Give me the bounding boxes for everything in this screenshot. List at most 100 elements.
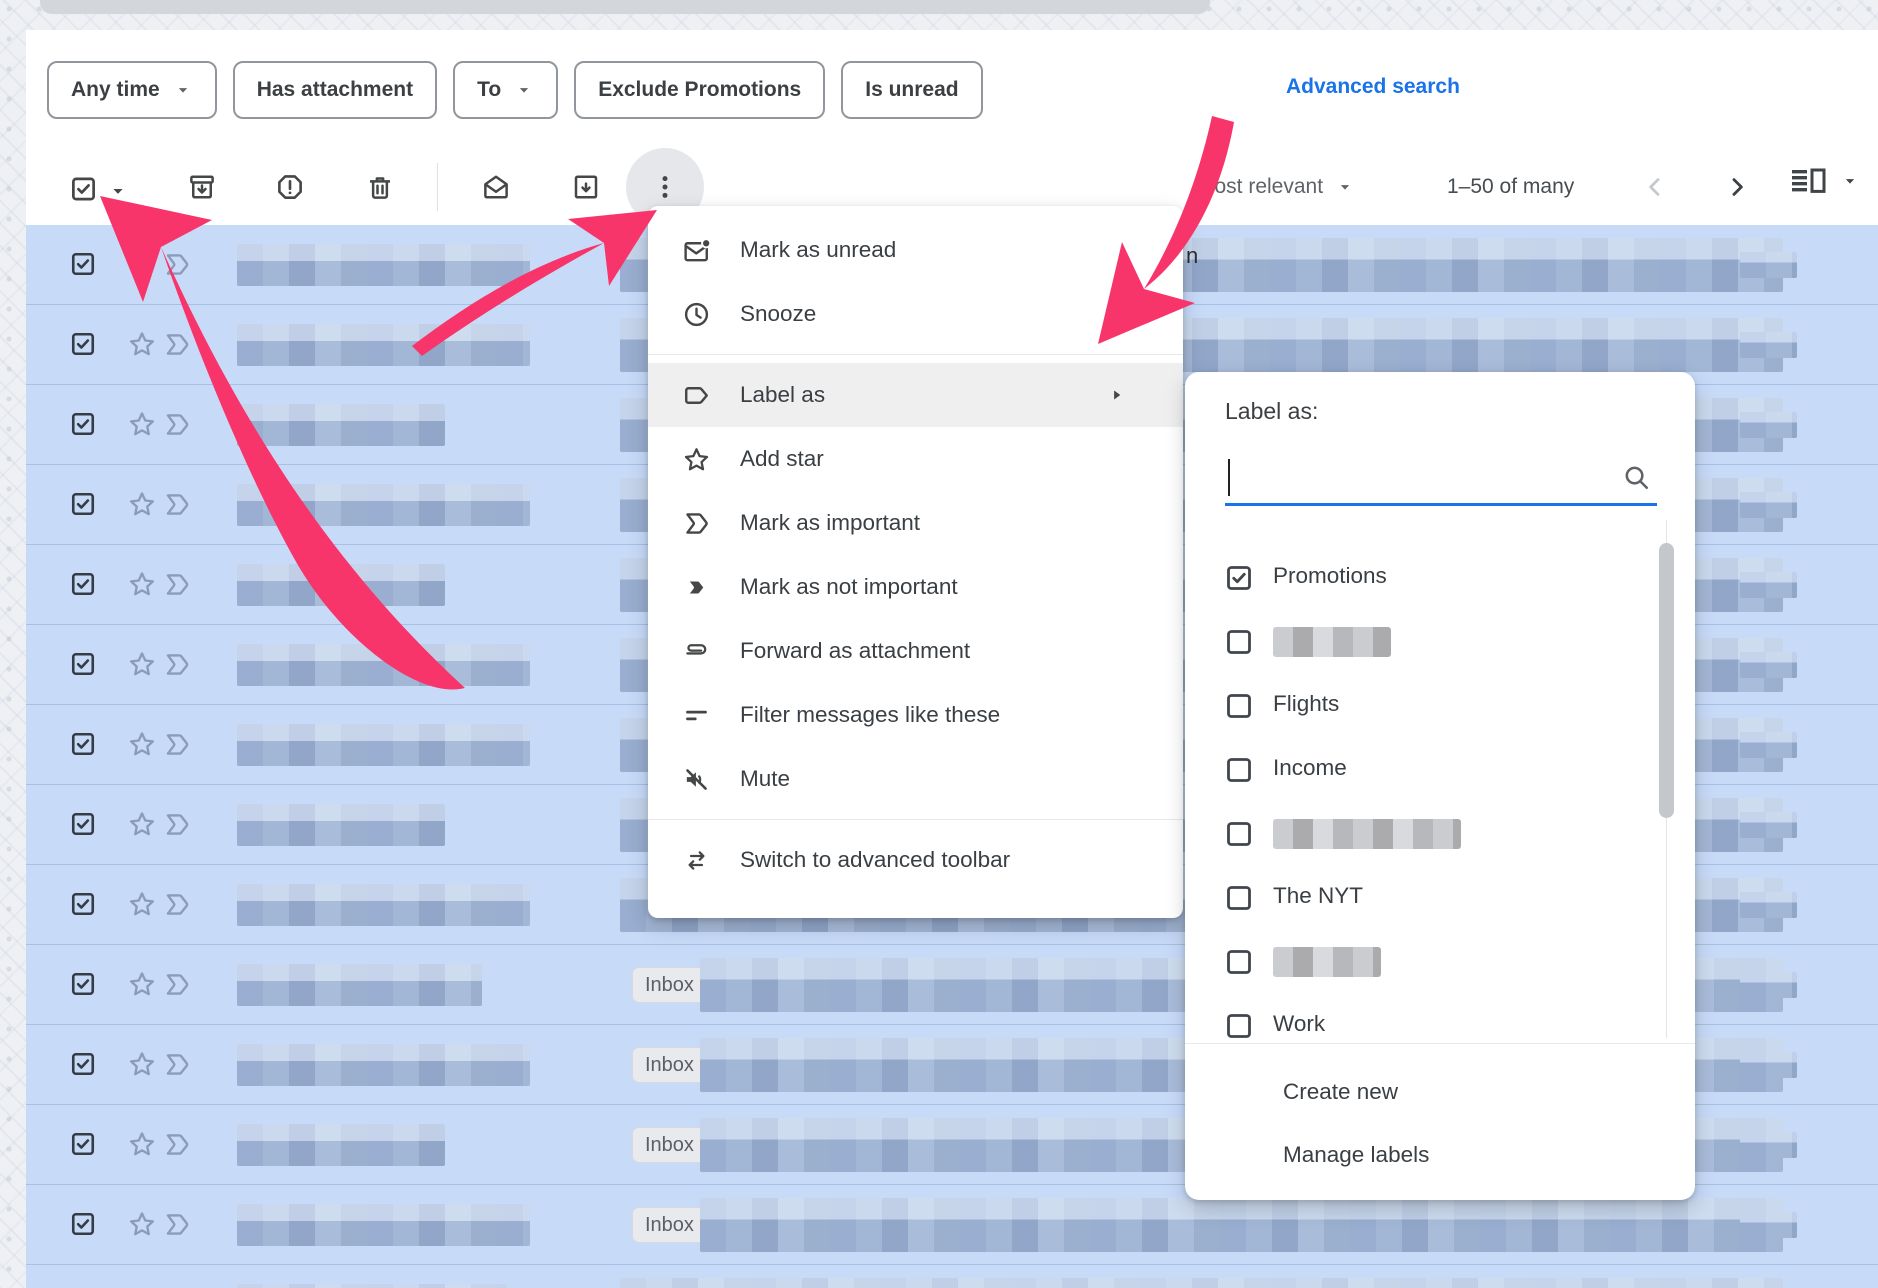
label-item-income[interactable]: Income bbox=[1185, 738, 1695, 802]
menu-item-mute[interactable]: Mute bbox=[648, 747, 1183, 811]
star-icon[interactable] bbox=[127, 889, 157, 919]
row-checkbox-checked-icon[interactable] bbox=[70, 971, 96, 997]
menu-item-label: Filter messages like these bbox=[740, 702, 1000, 728]
filter-chip-any-time[interactable]: Any time bbox=[47, 61, 217, 119]
row-checkbox-checked-icon[interactable] bbox=[70, 1051, 96, 1077]
filter-chip-exclude-promotions[interactable]: Exclude Promotions bbox=[574, 61, 825, 119]
label-name: Flights bbox=[1273, 691, 1339, 717]
star-icon[interactable] bbox=[127, 489, 157, 519]
filter-chip-to[interactable]: To bbox=[453, 61, 558, 119]
menu-item-filter-messages-like-these[interactable]: Filter messages like these bbox=[648, 683, 1183, 747]
label-item-work[interactable]: Work bbox=[1185, 994, 1695, 1038]
row-checkbox-checked-icon[interactable] bbox=[70, 731, 96, 757]
redacted-sender bbox=[237, 964, 482, 1006]
label-item-redacted[interactable] bbox=[1185, 802, 1695, 866]
create-new-button[interactable]: Create new bbox=[1185, 1070, 1695, 1114]
row-checkbox-checked-icon[interactable] bbox=[70, 491, 96, 517]
label-item-redacted[interactable] bbox=[1185, 930, 1695, 994]
menu-item-switch-to-advanced-toolbar[interactable]: Switch to advanced toolbar bbox=[648, 828, 1183, 892]
manage-labels-button[interactable]: Manage labels bbox=[1185, 1133, 1695, 1177]
redacted-timestamp bbox=[1740, 1132, 1797, 1158]
newer-page-button[interactable] bbox=[1634, 166, 1676, 208]
label-name: Work bbox=[1273, 1011, 1325, 1037]
archive-button[interactable] bbox=[179, 164, 225, 210]
menu-item-add-star[interactable]: Add star bbox=[648, 427, 1183, 491]
menu-item-label-as[interactable]: Label as bbox=[648, 363, 1183, 427]
importance-marker-icon[interactable] bbox=[162, 490, 192, 519]
importance-marker-icon[interactable] bbox=[162, 410, 192, 439]
star-icon[interactable] bbox=[127, 249, 157, 279]
menu-item-snooze[interactable]: Snooze bbox=[648, 282, 1183, 346]
checkbox-unchecked-icon bbox=[1225, 820, 1253, 848]
row-checkbox-checked-icon[interactable] bbox=[70, 571, 96, 597]
inbox-label-badge: Inbox bbox=[632, 1207, 707, 1243]
label-item-the-nyt[interactable]: The NYT bbox=[1185, 866, 1695, 930]
star-icon[interactable] bbox=[127, 569, 157, 599]
star-icon[interactable] bbox=[127, 1049, 157, 1079]
redacted-timestamp bbox=[1740, 1052, 1797, 1078]
importance-marker-icon[interactable] bbox=[162, 1130, 192, 1159]
row-checkbox-checked-icon[interactable] bbox=[70, 331, 96, 357]
star-icon[interactable] bbox=[127, 329, 157, 359]
redacted-sender bbox=[237, 404, 445, 446]
redacted-sender bbox=[237, 1124, 445, 1166]
redacted-sender bbox=[237, 1204, 530, 1246]
menu-divider bbox=[648, 354, 1183, 355]
sort-dropdown[interactable]: Most relevant bbox=[1197, 164, 1355, 210]
report-spam-icon bbox=[275, 172, 305, 202]
star-icon[interactable] bbox=[127, 1129, 157, 1159]
row-checkbox-checked-icon[interactable] bbox=[70, 651, 96, 677]
importance-marker-icon[interactable] bbox=[162, 970, 192, 999]
split-pane-toggle[interactable] bbox=[1790, 166, 1860, 196]
row-checkbox-checked-icon[interactable] bbox=[70, 891, 96, 917]
redacted-sender bbox=[237, 724, 530, 766]
chevron-left-icon bbox=[1642, 174, 1668, 200]
caret-down-icon bbox=[1335, 177, 1355, 197]
row-checkbox-checked-icon[interactable] bbox=[70, 1131, 96, 1157]
row-checkbox-checked-icon[interactable] bbox=[70, 811, 96, 837]
row-checkbox-checked-icon[interactable] bbox=[70, 411, 96, 437]
delete-button[interactable] bbox=[357, 164, 403, 210]
filter-icon bbox=[682, 701, 711, 730]
move-to-button[interactable] bbox=[563, 164, 609, 210]
importance-marker-icon[interactable] bbox=[162, 890, 192, 919]
row-checkbox-checked-icon[interactable] bbox=[70, 251, 96, 277]
label-item-flights[interactable]: Flights bbox=[1185, 674, 1695, 738]
mark-as-read-button[interactable] bbox=[473, 164, 519, 210]
advanced-search-link[interactable]: Advanced search bbox=[1286, 75, 1460, 99]
older-page-button[interactable] bbox=[1716, 166, 1758, 208]
filter-chip-has-attachment[interactable]: Has attachment bbox=[233, 61, 437, 119]
star-icon[interactable] bbox=[127, 649, 157, 679]
menu-item-mark-as-unread[interactable]: Mark as unread bbox=[648, 218, 1183, 282]
importance-marker-icon[interactable] bbox=[162, 250, 192, 279]
star-icon[interactable] bbox=[127, 729, 157, 759]
importance-marker-icon[interactable] bbox=[162, 1050, 192, 1079]
label-item-redacted[interactable] bbox=[1185, 610, 1695, 674]
caret-down-icon bbox=[173, 80, 193, 100]
filter-chip-is-unread[interactable]: Is unread bbox=[841, 61, 982, 119]
paperclip-icon bbox=[682, 637, 711, 666]
menu-item-forward-as-attachment[interactable]: Forward as attachment bbox=[648, 619, 1183, 683]
scrollbar-thumb[interactable] bbox=[1659, 543, 1674, 818]
importance-marker-icon[interactable] bbox=[162, 570, 192, 599]
star-icon[interactable] bbox=[127, 809, 157, 839]
checkbox-unchecked-icon bbox=[1225, 756, 1253, 784]
importance-marker-icon[interactable] bbox=[162, 1210, 192, 1239]
label-name: The NYT bbox=[1273, 883, 1363, 909]
importance-marker-icon[interactable] bbox=[162, 650, 192, 679]
select-dropdown-button[interactable] bbox=[100, 164, 136, 210]
email-row[interactable] bbox=[26, 1265, 1878, 1288]
checkbox-checked-icon bbox=[70, 174, 97, 201]
menu-item-mark-as-not-important[interactable]: Mark as not important bbox=[648, 555, 1183, 619]
label-item-promotions[interactable]: Promotions bbox=[1185, 546, 1695, 610]
importance-marker-icon[interactable] bbox=[162, 330, 192, 359]
row-checkbox-checked-icon[interactable] bbox=[70, 1211, 96, 1237]
importance-marker-icon[interactable] bbox=[162, 730, 192, 759]
menu-item-mark-as-important[interactable]: Mark as important bbox=[648, 491, 1183, 555]
importance-marker-icon[interactable] bbox=[162, 810, 192, 839]
star-icon[interactable] bbox=[127, 1209, 157, 1239]
report-spam-button[interactable] bbox=[267, 164, 313, 210]
label-search-input[interactable] bbox=[1227, 456, 1607, 498]
star-icon[interactable] bbox=[127, 409, 157, 439]
star-icon[interactable] bbox=[127, 969, 157, 999]
